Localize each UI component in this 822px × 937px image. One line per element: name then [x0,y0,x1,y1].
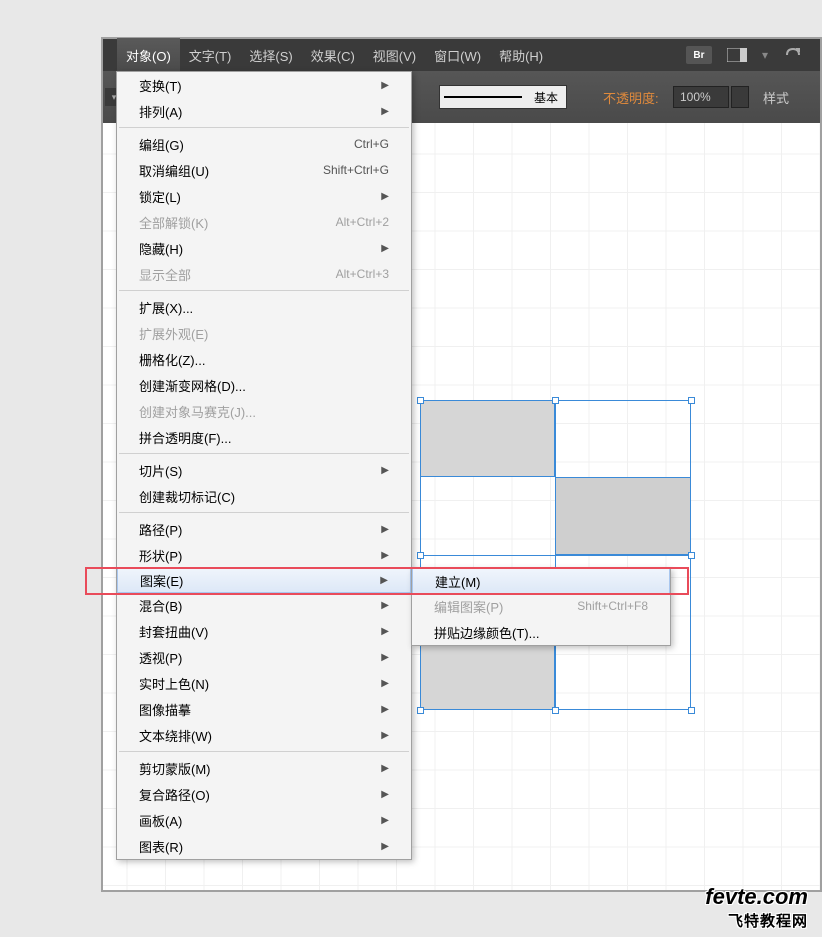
menu-select[interactable]: 选择(S) [240,38,301,73]
style-label: 样式 [763,88,789,107]
submenu-edit-pattern: 编辑图案(P)Shift+Ctrl+F8 [412,593,670,619]
menu-shape[interactable]: 形状(P)▶ [117,542,411,568]
menu-slice[interactable]: 切片(S)▶ [117,457,411,483]
menu-transform[interactable]: 变换(T)▶ [117,72,411,98]
opacity-input[interactable]: 100% [673,86,729,108]
menu-text-wrap[interactable]: 文本绕排(W)▶ [117,722,411,748]
menu-group[interactable]: 编组(G)Ctrl+G [117,131,411,157]
watermark-url: fevte.com [705,884,808,910]
menu-show-all: 显示全部Alt+Ctrl+3 [117,261,411,287]
menu-gradient-mesh[interactable]: 创建渐变网格(D)... [117,372,411,398]
menu-flatten-transparency[interactable]: 拼合透明度(F)... [117,424,411,450]
menu-live-paint[interactable]: 实时上色(N)▶ [117,670,411,696]
menu-envelope[interactable]: 封套扭曲(V)▶ [117,618,411,644]
stroke-preset[interactable]: 基本 [439,85,567,109]
menu-window[interactable]: 窗口(W) [425,38,490,73]
menu-compound-path[interactable]: 复合路径(O)▶ [117,781,411,807]
menu-type[interactable]: 文字(T) [180,38,241,73]
submenu-make[interactable]: 建立(M) [412,568,670,594]
submenu-tile-edge-color[interactable]: 拼贴边缘颜色(T)... [412,619,670,645]
menu-crop-marks[interactable]: 创建裁切标记(C) [117,483,411,509]
menu-object-mosaic: 创建对象马赛克(J)... [117,398,411,424]
artwork-cell-top[interactable] [420,400,555,477]
sync-icon[interactable] [782,46,804,64]
menu-expand[interactable]: 扩展(X)... [117,294,411,320]
menu-image-trace[interactable]: 图像描摹▶ [117,696,411,722]
menu-ungroup[interactable]: 取消编组(U)Shift+Ctrl+G [117,157,411,183]
menu-arrange[interactable]: 排列(A)▶ [117,98,411,124]
menu-view[interactable]: 视图(V) [364,38,425,73]
opacity-stepper[interactable] [731,86,749,108]
menu-lock[interactable]: 锁定(L)▶ [117,183,411,209]
menu-help[interactable]: 帮助(H) [490,38,552,73]
menubar: 对象(O) 文字(T) 选择(S) 效果(C) 视图(V) 窗口(W) 帮助(H… [103,39,820,71]
menu-blend[interactable]: 混合(B)▶ [117,592,411,618]
artwork-divider [420,555,691,556]
menu-unlock-all: 全部解锁(K)Alt+Ctrl+2 [117,209,411,235]
bridge-icon[interactable]: Br [686,46,712,64]
menu-path[interactable]: 路径(P)▶ [117,516,411,542]
stroke-preset-label: 基本 [526,89,566,106]
watermark-name: 飞特教程网 [705,910,808,931]
object-menu-dropdown: 变换(T)▶ 排列(A)▶ 编组(G)Ctrl+G 取消编组(U)Shift+C… [116,71,412,860]
menu-effect[interactable]: 效果(C) [302,38,364,73]
menu-artboard[interactable]: 画板(A)▶ [117,807,411,833]
opacity-label: 不透明度: [603,88,659,107]
menu-clipping-mask[interactable]: 剪切蒙版(M)▶ [117,755,411,781]
menu-hide[interactable]: 隐藏(H)▶ [117,235,411,261]
pattern-submenu: 建立(M) 编辑图案(P)Shift+Ctrl+F8 拼贴边缘颜色(T)... [411,568,671,646]
menu-pattern[interactable]: 图案(E)▶ [117,567,411,593]
menu-perspective[interactable]: 透视(P)▶ [117,644,411,670]
menu-graph[interactable]: 图表(R)▶ [117,833,411,859]
watermark: fevte.com 飞特教程网 [705,884,808,931]
menu-rasterize[interactable]: 栅格化(Z)... [117,346,411,372]
layout-icon[interactable] [726,46,748,64]
menu-expand-appearance: 扩展外观(E) [117,320,411,346]
menu-object[interactable]: 对象(O) [117,38,180,73]
artwork-cell-mid[interactable] [555,477,691,555]
